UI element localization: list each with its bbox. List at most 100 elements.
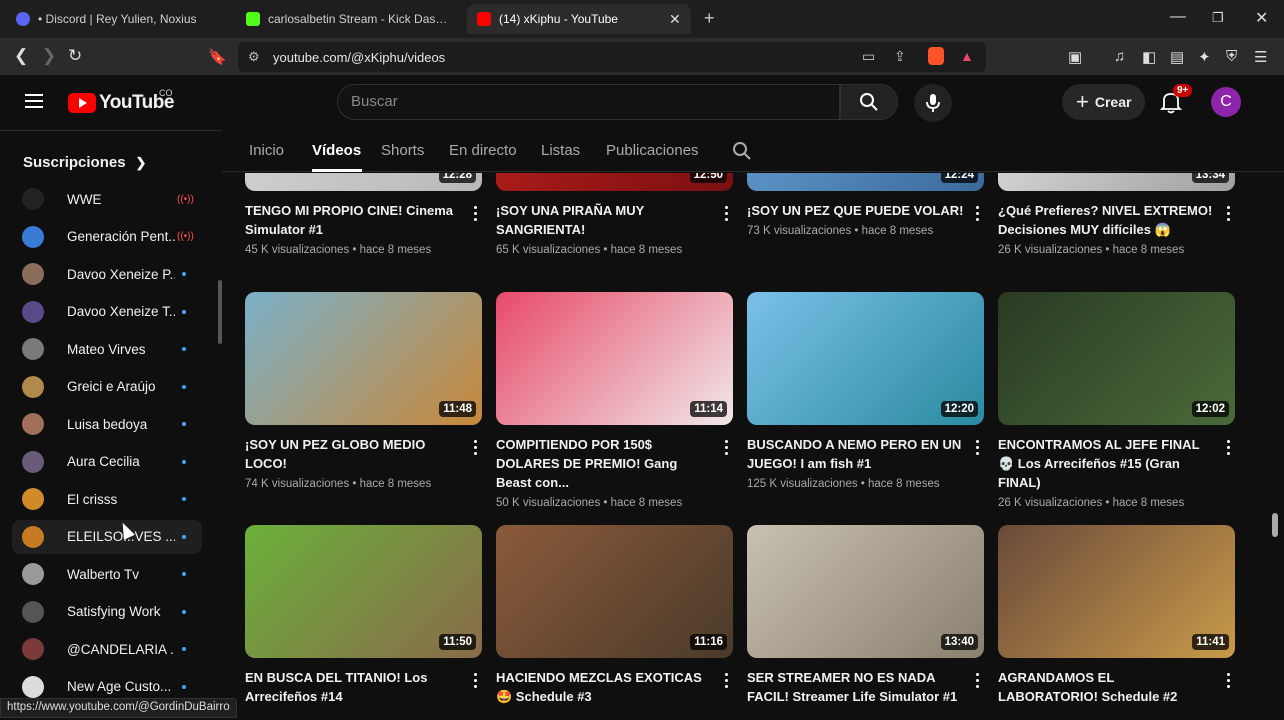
- video-title[interactable]: ¡SOY UN PEZ QUE PUEDE VOLAR!: [747, 201, 965, 220]
- vpn-icon[interactable]: ⛨: [1226, 48, 1237, 65]
- brave-rewards-icon[interactable]: ▲: [960, 48, 974, 64]
- search-button[interactable]: [840, 84, 898, 120]
- video-card[interactable]: 12:02 ENCONTRAMOS AL JEFE FINAL 💀 Los Arr…: [998, 292, 1235, 509]
- bookmark-icon[interactable]: 🔖: [208, 48, 227, 66]
- more-options-icon[interactable]: [976, 673, 980, 691]
- video-card[interactable]: 11:16 HACIENDO MEZCLAS EXOTICAS 🤩 Schedul…: [496, 525, 733, 704]
- video-title[interactable]: ¡SOY UN PEZ GLOBO MEDIO LOCO!: [245, 435, 463, 473]
- share-icon[interactable]: ⇪: [894, 48, 906, 65]
- sidebar-subscription-item[interactable]: WWE ((•)): [12, 182, 202, 216]
- more-options-icon[interactable]: [474, 440, 478, 458]
- video-thumbnail[interactable]: 12:20: [747, 292, 984, 425]
- sidebar-subscription-item[interactable]: @CANDELARIA ...: [12, 632, 202, 666]
- voice-search-button[interactable]: [914, 84, 952, 122]
- sidebar-subscription-item[interactable]: Satisfying Work: [12, 595, 202, 629]
- video-card[interactable]: 11:14 COMPITIENDO POR 150$ DOLARES DE PRE…: [496, 292, 733, 509]
- more-options-icon[interactable]: [725, 673, 729, 691]
- site-settings-icon[interactable]: ⚙: [248, 49, 260, 65]
- video-thumbnail[interactable]: 11:48: [245, 292, 482, 425]
- wallet-icon[interactable]: ▤: [1170, 48, 1184, 66]
- sidebar-subscription-item[interactable]: Davoo Xeneize T...: [12, 295, 202, 329]
- forward-icon[interactable]: ❯: [42, 46, 56, 66]
- sidebar-subscription-item[interactable]: Davoo Xeneize P...: [12, 257, 202, 291]
- sidebar-subscription-item[interactable]: ELEILSO...VES ...: [12, 519, 202, 554]
- video-card[interactable]: 12:20 BUSCANDO A NEMO PERO EN UN JUEGO! I…: [747, 292, 984, 490]
- sidebar-subscription-item[interactable]: Walberto Tv: [12, 557, 202, 591]
- video-thumbnail[interactable]: 12:02: [998, 292, 1235, 425]
- tab-inicio[interactable]: Inicio: [249, 142, 284, 159]
- video-title[interactable]: SER STREAMER NO ES NADA FACIL! Streamer …: [747, 668, 965, 706]
- notifications-button[interactable]: 9+: [1159, 84, 1193, 114]
- video-card[interactable]: 11:50 EN BUSCA DEL TITANIO! Los Arrecifeñ…: [245, 525, 482, 704]
- video-card[interactable]: 13:34 ¿Qué Prefieres? NIVEL EXTREMO! Deci…: [998, 173, 1235, 256]
- tab-shorts[interactable]: Shorts: [381, 142, 424, 159]
- sidebar-subscription-item[interactable]: Greici e Araújo: [12, 370, 202, 404]
- more-options-icon[interactable]: [725, 440, 729, 458]
- tab-videos[interactable]: Vídeos: [312, 142, 361, 159]
- video-card[interactable]: 11:48 ¡SOY UN PEZ GLOBO MEDIO LOCO! 74 K v…: [245, 292, 482, 490]
- tab-kick[interactable]: carlosalbetin Stream - Kick Dashboard: [236, 4, 458, 34]
- video-card[interactable]: 12:24 ¡SOY UN PEZ QUE PUEDE VOLAR! 73 K vi…: [747, 173, 984, 237]
- more-options-icon[interactable]: [474, 206, 478, 224]
- video-thumbnail[interactable]: 11:50: [245, 525, 482, 658]
- brave-shield-icon[interactable]: [928, 47, 944, 65]
- tab-discord[interactable]: • Discord | Rey Yulien, Noxius: [6, 4, 228, 34]
- create-button[interactable]: + Crear: [1062, 84, 1146, 120]
- video-thumbnail[interactable]: 12:24: [747, 173, 984, 191]
- music-icon[interactable]: ♫: [1114, 48, 1125, 65]
- new-tab-button[interactable]: +: [704, 8, 715, 29]
- more-options-icon[interactable]: [976, 440, 980, 458]
- reload-icon[interactable]: ↻: [68, 46, 82, 66]
- tab-publicaciones[interactable]: Publicaciones: [606, 142, 699, 159]
- video-thumbnail[interactable]: 11:14: [496, 292, 733, 425]
- sidebar-panel-icon[interactable]: ▣: [1068, 48, 1082, 66]
- more-options-icon[interactable]: [1227, 206, 1231, 224]
- menu-icon[interactable]: ☰: [1254, 48, 1267, 66]
- more-options-icon[interactable]: [1227, 440, 1231, 458]
- sidebar-subscription-item[interactable]: Aura Cecilia: [12, 445, 202, 479]
- close-window-icon[interactable]: ✕: [1255, 8, 1268, 28]
- video-title[interactable]: HACIENDO MEZCLAS EXOTICAS 🤩 Schedule #3: [496, 668, 714, 706]
- tab-listas[interactable]: Listas: [541, 142, 580, 159]
- hamburger-menu-icon[interactable]: [25, 94, 43, 108]
- side-panel-icon[interactable]: ◧: [1142, 48, 1156, 66]
- main-scrollbar[interactable]: [1272, 513, 1278, 537]
- tab-en-directo[interactable]: En directo: [449, 142, 517, 159]
- search-input[interactable]: [338, 85, 839, 110]
- video-title[interactable]: COMPITIENDO POR 150$ DOLARES DE PREMIO! …: [496, 435, 714, 492]
- cast-icon[interactable]: ▭: [862, 48, 875, 65]
- video-card[interactable]: 13:40 SER STREAMER NO ES NADA FACIL! Stre…: [747, 525, 984, 704]
- sidebar-subscription-item[interactable]: El crisss: [12, 482, 202, 516]
- sidebar-subscription-item[interactable]: Luisa bedoya: [12, 407, 202, 441]
- video-card[interactable]: 11:41 AGRANDAMOS EL LABORATORIO! Schedule…: [998, 525, 1235, 704]
- leo-ai-icon[interactable]: ✦: [1198, 48, 1211, 66]
- sidebar-subscription-item[interactable]: Generación Pent... ((•)): [12, 220, 202, 254]
- video-thumbnail[interactable]: 13:34: [998, 173, 1235, 191]
- video-title[interactable]: ENCONTRAMOS AL JEFE FINAL 💀 Los Arrecife…: [998, 435, 1216, 492]
- youtube-logo[interactable]: YouTube CO: [68, 88, 174, 114]
- close-tab-icon[interactable]: ✕: [669, 11, 681, 28]
- video-title[interactable]: ¿Qué Prefieres? NIVEL EXTREMO! Decisione…: [998, 201, 1216, 239]
- video-thumbnail[interactable]: 12:50: [496, 173, 733, 191]
- video-title[interactable]: BUSCANDO A NEMO PERO EN UN JUEGO! I am f…: [747, 435, 965, 473]
- more-options-icon[interactable]: [725, 206, 729, 224]
- video-thumbnail[interactable]: 13:40: [747, 525, 984, 658]
- account-avatar[interactable]: C: [1211, 87, 1241, 117]
- video-card[interactable]: 12:50 ¡SOY UNA PIRAÑA MUY SANGRIENTA! 65 K…: [496, 173, 733, 256]
- channel-search-icon[interactable]: [732, 141, 752, 161]
- sidebar-subscription-item[interactable]: Mateo Virves: [12, 332, 202, 366]
- more-options-icon[interactable]: [474, 673, 478, 691]
- omnibox[interactable]: ⚙ youtube.com/@xKiphu/videos ▭ ⇪ ▲: [238, 42, 986, 72]
- more-options-icon[interactable]: [1227, 673, 1231, 691]
- video-thumbnail[interactable]: 12:28: [245, 173, 482, 191]
- video-title[interactable]: AGRANDAMOS EL LABORATORIO! Schedule #2: [998, 668, 1216, 706]
- more-options-icon[interactable]: [976, 206, 980, 224]
- video-title[interactable]: ¡SOY UNA PIRAÑA MUY SANGRIENTA!: [496, 201, 714, 239]
- minimize-icon[interactable]: —: [1170, 8, 1186, 26]
- back-icon[interactable]: ❮: [14, 46, 28, 66]
- subscriptions-heading[interactable]: Suscripciones ❯: [23, 154, 146, 171]
- video-card[interactable]: 12:28 TENGO MI PROPIO CINE! Cinema Simula…: [245, 173, 482, 256]
- video-thumbnail[interactable]: 11:16: [496, 525, 733, 658]
- maximize-icon[interactable]: ❐: [1212, 10, 1224, 26]
- video-title[interactable]: TENGO MI PROPIO CINE! Cinema Simulator #…: [245, 201, 463, 239]
